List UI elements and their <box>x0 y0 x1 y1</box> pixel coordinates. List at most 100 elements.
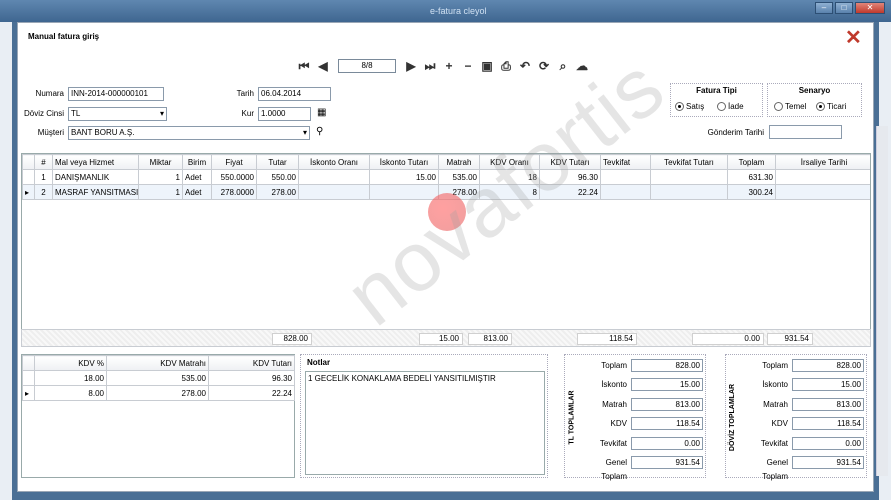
table-cell[interactable]: 15.00 <box>369 169 439 185</box>
temel-radio[interactable]: Temel <box>774 102 806 111</box>
table-cell[interactable]: 96.30 <box>208 370 295 386</box>
table-cell[interactable]: 631.30 <box>727 169 776 185</box>
search-icon[interactable]: ⌕ <box>555 58 571 74</box>
table-cell[interactable]: 1 <box>34 169 53 185</box>
remove-icon[interactable]: − <box>460 58 476 74</box>
kdv-col-header[interactable]: KDV Tutarı <box>208 355 295 371</box>
table-cell[interactable]: 22.24 <box>208 385 295 401</box>
cloud-upload-icon[interactable]: ☁ <box>574 58 590 74</box>
table-row[interactable]: ▸ 2 MASRAF YANSITMASI 1 Adet 278.0000 27… <box>22 184 870 200</box>
grid-col-header[interactable]: Tevkifat <box>600 154 651 170</box>
grid-col-header[interactable]: Tutar <box>256 154 299 170</box>
table-row[interactable]: 18.00 535.00 96.30 <box>22 370 295 386</box>
table-cell[interactable]: 535.00 <box>438 169 480 185</box>
close-icon[interactable]: ✕ <box>845 28 862 48</box>
row-indicator[interactable]: ▸ <box>22 184 35 200</box>
table-cell[interactable] <box>600 169 651 185</box>
table-cell[interactable]: Adet <box>182 184 212 200</box>
table-cell[interactable]: 22.24 <box>539 184 601 200</box>
table-cell[interactable] <box>775 184 870 200</box>
table-cell[interactable]: 18 <box>479 169 540 185</box>
row-indicator[interactable]: ▸ <box>22 385 35 401</box>
table-cell[interactable] <box>650 184 728 200</box>
last-record-icon[interactable]: ⏭ <box>422 58 438 74</box>
kdv-col-header[interactable]: KDV Matrahı <box>106 355 209 371</box>
grid-col-header[interactable]: Mal veya Hizmet <box>52 154 139 170</box>
numara-field[interactable]: INN-2014-000000101 <box>68 87 164 101</box>
iade-radio[interactable]: İade <box>717 102 744 111</box>
gonderim-field[interactable] <box>769 125 842 139</box>
table-cell[interactable]: 278.00 <box>256 184 299 200</box>
first-record-icon[interactable]: ⏮ <box>296 58 312 74</box>
table-cell[interactable] <box>369 184 439 200</box>
row-indicator[interactable] <box>22 169 35 185</box>
table-cell[interactable] <box>775 169 870 185</box>
table-cell[interactable] <box>600 184 651 200</box>
grid-col-header[interactable]: İrsaliye Tarihi <box>775 154 870 170</box>
table-cell[interactable]: 278.00 <box>106 385 209 401</box>
table-cell[interactable]: 535.00 <box>106 370 209 386</box>
temel-radio-dot[interactable] <box>774 102 783 111</box>
print-icon[interactable]: ⎙ <box>498 58 514 74</box>
notes-textarea[interactable]: 1 GECELİK KONAKLAMA BEDELİ YANSITILMIŞTI… <box>305 371 545 475</box>
table-cell[interactable]: 278.0000 <box>211 184 257 200</box>
satis-radio-dot[interactable] <box>675 102 684 111</box>
table-row[interactable]: ▸ 8.00 278.00 22.24 <box>22 385 295 401</box>
table-row[interactable]: 1 DANIŞMANLIK 1 Adet 550.0000 550.00 15.… <box>22 169 870 185</box>
grid-col-header[interactable]: Toplam <box>727 154 776 170</box>
window-close-icon[interactable]: ✕ <box>855 2 885 14</box>
grid-col-header[interactable]: Birim <box>182 154 212 170</box>
table-cell[interactable]: 550.0000 <box>211 169 257 185</box>
tarih-label: Tarih <box>236 89 254 98</box>
grid-col-header[interactable]: KDV Tutarı <box>539 154 601 170</box>
next-record-icon[interactable]: ▶ <box>403 58 419 74</box>
table-cell[interactable]: 2 <box>34 184 53 200</box>
table-cell[interactable]: 1 <box>138 184 183 200</box>
record-pager[interactable]: 8/8 <box>338 59 396 73</box>
table-cell[interactable] <box>650 169 728 185</box>
prev-record-icon[interactable]: ◀ <box>315 58 331 74</box>
senaryo-title: Senaryo <box>798 86 831 95</box>
grid-col-header[interactable]: Miktar <box>138 154 183 170</box>
grid-col-header[interactable]: Tevkifat Tutarı <box>650 154 728 170</box>
table-cell[interactable]: Adet <box>182 169 212 185</box>
vertical-scrollbar[interactable] <box>876 126 888 476</box>
table-cell[interactable] <box>298 169 370 185</box>
grid-col-header[interactable]: İskonto Oranı <box>298 154 370 170</box>
minimize-icon[interactable]: – <box>815 2 833 14</box>
table-cell[interactable]: DANIŞMANLIK <box>52 169 139 185</box>
undo-icon[interactable]: ↶ <box>517 58 533 74</box>
save-icon[interactable]: ▣ <box>479 58 495 74</box>
table-cell[interactable]: 1 <box>138 169 183 185</box>
table-cell[interactable]: 18.00 <box>34 370 107 386</box>
table-cell[interactable]: 8.00 <box>34 385 107 401</box>
customer-lookup-icon[interactable]: ⚲ <box>316 126 323 137</box>
grid-col-header[interactable]: İskonto Tutarı <box>369 154 439 170</box>
calculator-icon[interactable]: ▦ <box>317 107 326 118</box>
doviz-select[interactable]: TL <box>68 107 167 121</box>
grid-col-header[interactable]: # <box>34 154 53 170</box>
table-cell[interactable]: 550.00 <box>256 169 299 185</box>
doviz-value: 828.00 <box>792 359 864 372</box>
tarih-field[interactable]: 06.04.2014 <box>258 87 331 101</box>
maximize-icon[interactable]: □ <box>835 2 853 14</box>
iade-radio-dot[interactable] <box>717 102 726 111</box>
kur-field[interactable]: 1.0000 <box>258 107 311 121</box>
table-cell[interactable]: 8 <box>479 184 540 200</box>
table-cell[interactable]: 96.30 <box>539 169 601 185</box>
satis-radio[interactable]: Satış <box>675 102 704 111</box>
ticari-radio-dot[interactable] <box>816 102 825 111</box>
musteri-select[interactable]: BANT BORU A.Ş. <box>68 126 310 140</box>
refresh-icon[interactable]: ⟳ <box>536 58 552 74</box>
table-cell[interactable] <box>298 184 370 200</box>
kdv-col-header[interactable]: KDV % <box>34 355 107 371</box>
table-cell[interactable]: 278.00 <box>438 184 480 200</box>
grid-col-header[interactable]: KDV Oranı <box>479 154 540 170</box>
grid-col-header[interactable]: Matrah <box>438 154 480 170</box>
table-cell[interactable]: 300.24 <box>727 184 776 200</box>
table-cell[interactable]: MASRAF YANSITMASI <box>52 184 139 200</box>
grid-col-header[interactable]: Fiyat <box>211 154 257 170</box>
ticari-radio[interactable]: Ticari <box>816 102 846 111</box>
add-icon[interactable]: + <box>441 58 457 74</box>
row-indicator[interactable] <box>22 370 35 386</box>
